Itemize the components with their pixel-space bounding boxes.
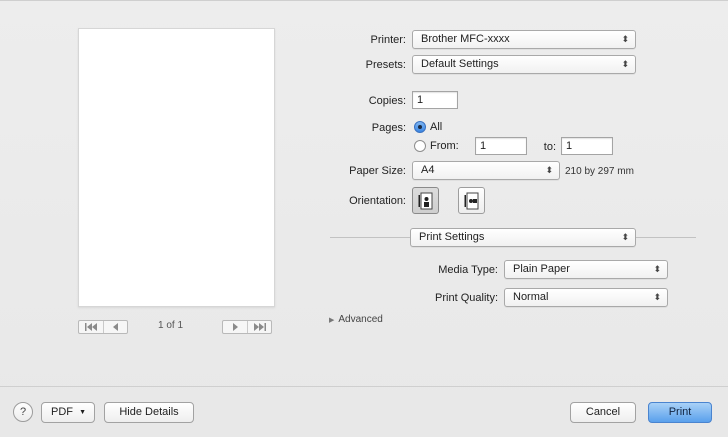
pages-label: Pages: <box>371 122 406 134</box>
popup-arrows-icon: ⬍ <box>621 34 629 44</box>
paper-size-label: Paper Size: <box>349 165 406 177</box>
popup-arrows-icon: ⬍ <box>621 232 629 242</box>
pages-range-option[interactable]: From: <box>414 140 459 152</box>
landscape-orientation-icon <box>464 192 478 209</box>
popup-arrows-icon: ⬍ <box>653 292 661 302</box>
pages-to-label: to: <box>543 141 556 153</box>
paper-size-dimensions: 210 by 297 mm <box>565 166 634 177</box>
print-button[interactable]: Print <box>648 402 712 423</box>
radio-unselected-icon[interactable] <box>414 140 426 152</box>
printer-value: Brother MFC-xxxx <box>421 33 510 45</box>
pdf-button[interactable]: PDF ▼ <box>41 402 95 423</box>
preview-nav-forward-group <box>222 320 272 334</box>
pages-from-label: From: <box>430 140 459 152</box>
hide-details-button[interactable]: Hide Details <box>104 402 194 423</box>
next-page-icon[interactable] <box>223 321 247 333</box>
orientation-portrait-button[interactable] <box>412 187 439 214</box>
advanced-disclosure[interactable]: ▶ Advanced <box>329 314 383 325</box>
section-separator-left <box>330 237 410 238</box>
section-popup[interactable]: Print Settings ⬍ <box>410 228 636 247</box>
portrait-orientation-icon <box>418 192 432 209</box>
media-type-value: Plain Paper <box>513 263 570 275</box>
help-icon: ? <box>19 406 27 418</box>
pages-all-option[interactable]: All <box>414 121 442 133</box>
copies-label: Copies: <box>368 95 406 107</box>
presets-popup[interactable]: Default Settings ⬍ <box>412 55 636 74</box>
print-quality-label: Print Quality: <box>435 292 498 304</box>
cancel-button[interactable]: Cancel <box>570 402 636 423</box>
advanced-label: Advanced <box>338 314 383 325</box>
pages-to-field[interactable]: 1 <box>561 137 613 155</box>
radio-selected-icon[interactable] <box>414 121 426 133</box>
presets-label: Presets: <box>365 59 406 71</box>
orientation-landscape-button[interactable] <box>458 187 485 214</box>
pages-all-label: All <box>430 121 443 133</box>
section-separator-right <box>636 237 696 238</box>
popup-arrows-icon: ⬍ <box>621 59 629 69</box>
disclosure-triangle-icon: ▶ <box>329 316 335 324</box>
media-type-popup[interactable]: Plain Paper ⬍ <box>504 260 668 279</box>
printer-popup[interactable]: Brother MFC-xxxx ⬍ <box>412 30 636 49</box>
orientation-label: Orientation: <box>349 195 406 207</box>
preview-nav-back-group <box>78 320 128 334</box>
presets-value: Default Settings <box>421 58 499 70</box>
pdf-label: PDF <box>51 406 73 418</box>
pages-from-field[interactable]: 1 <box>475 137 527 155</box>
print-quality-popup[interactable]: Normal ⬍ <box>504 288 668 307</box>
previous-page-icon[interactable] <box>103 321 127 333</box>
dropdown-arrow-icon: ▼ <box>79 409 86 416</box>
paper-size-popup[interactable]: A4 ⬍ <box>412 161 560 180</box>
first-page-icon[interactable] <box>79 321 103 333</box>
copies-field[interactable]: 1 <box>412 91 458 109</box>
print-dialog: 1 of 1 Printer: Brother MFC-xxxx ⬍ Prese… <box>0 0 728 437</box>
help-button[interactable]: ? <box>13 402 33 422</box>
footer-separator <box>0 386 728 387</box>
paper-size-value: A4 <box>421 164 435 176</box>
popup-arrows-icon: ⬍ <box>545 165 553 175</box>
popup-arrows-icon: ⬍ <box>653 264 661 274</box>
section-value: Print Settings <box>419 231 485 243</box>
print-quality-value: Normal <box>513 291 549 303</box>
media-type-label: Media Type: <box>438 264 498 276</box>
printer-label: Printer: <box>370 34 406 46</box>
page-counter: 1 of 1 <box>158 320 184 331</box>
page-preview <box>78 28 275 307</box>
last-page-icon[interactable] <box>247 321 271 333</box>
